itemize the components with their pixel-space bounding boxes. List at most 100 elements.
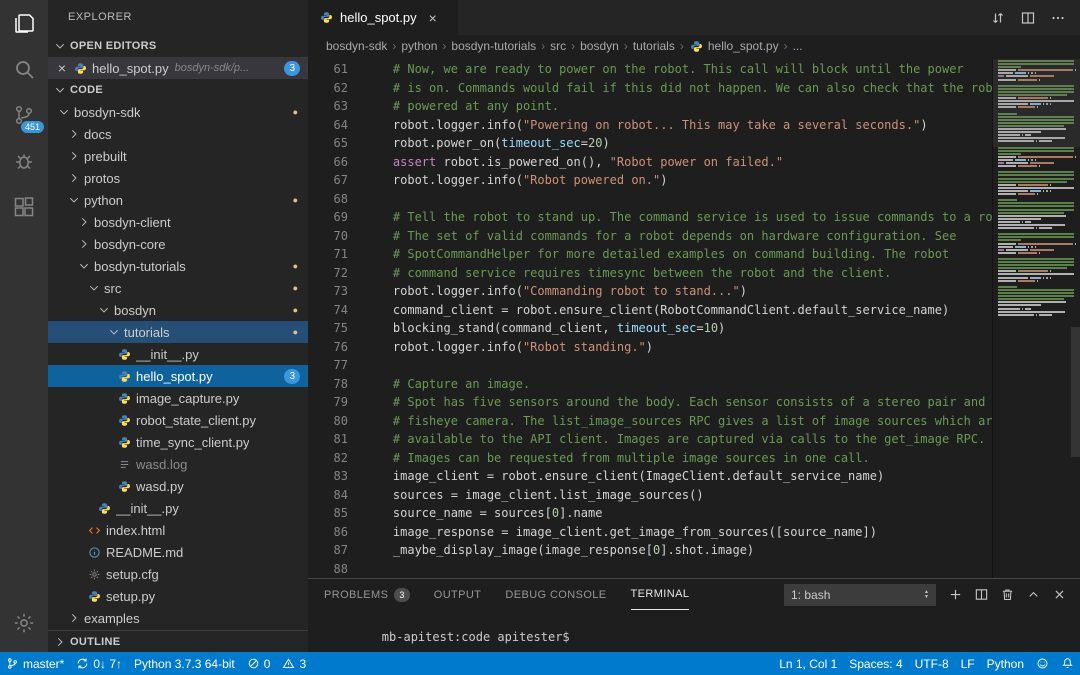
status-indentation[interactable]: Spaces: 4 (843, 652, 908, 675)
maximize-panel-icon[interactable] (1022, 584, 1044, 606)
close-panel-icon[interactable] (1048, 584, 1070, 606)
terminal-shell-select[interactable]: 1: bash ▲▼ (784, 584, 936, 606)
file-init-py[interactable]: __init__.py (48, 343, 308, 365)
line-number: 63 (308, 97, 348, 116)
kill-terminal-icon[interactable] (996, 584, 1018, 606)
status-problems-errors[interactable]: 0 (241, 652, 277, 675)
code-line: 63 # powered at any point. (308, 97, 992, 116)
py-file-icon (116, 346, 132, 362)
breadcrumb-bosdyn[interactable]: bosdyn (578, 39, 621, 53)
file-time-sync-client-py[interactable]: time_sync_client.py (48, 431, 308, 453)
file-image-capture-py[interactable]: image_capture.py (48, 387, 308, 409)
file-readme-md[interactable]: README.md (48, 541, 308, 563)
status-git-branch[interactable]: master* (0, 652, 70, 675)
status-language-mode[interactable]: Python (981, 652, 1030, 675)
minimap[interactable] (992, 57, 1080, 578)
new-terminal-icon[interactable] (944, 584, 966, 606)
folder-bosdyn[interactable]: bosdyn● (48, 299, 308, 321)
smiley-icon (1036, 657, 1049, 670)
more-actions-icon[interactable] (1046, 6, 1070, 30)
code-line: 87 _maybe_display_image(image_response[0… (308, 541, 992, 560)
split-terminal-icon[interactable] (970, 584, 992, 606)
code-section-header[interactable]: CODE (48, 79, 308, 101)
file-setup-cfg[interactable]: setup.cfg (48, 563, 308, 585)
editor-scrollbar[interactable] (1071, 327, 1080, 457)
error-icon (247, 657, 260, 670)
status-python-interpreter[interactable]: Python 3.7.3 64-bit (128, 652, 241, 675)
open-editor-path: bosdyn-sdk/p... (175, 62, 250, 74)
tab-label: hello_spot.py (340, 10, 417, 25)
folder-prebuilt[interactable]: prebuilt (48, 145, 308, 167)
code-line: 66 assert robot.is_powered_on(), "Robot … (308, 153, 992, 172)
file-init-py[interactable]: __init__.py (48, 497, 308, 519)
split-editor-icon[interactable] (1016, 6, 1040, 30)
breadcrumb-src[interactable]: src (548, 39, 568, 53)
file-hello-spot-py[interactable]: hello_spot.py3 (48, 365, 308, 387)
folder-bosdyn-client[interactable]: bosdyn-client (48, 211, 308, 233)
files-icon (12, 11, 36, 35)
activity-debug[interactable] (0, 138, 48, 184)
terminal-output[interactable]: mb-apitest:code apitester$ (308, 610, 1080, 658)
breadcrumb-bosdyn-tutorials[interactable]: bosdyn-tutorials (449, 39, 538, 53)
line-number: 87 (308, 541, 348, 560)
outline-header[interactable]: OUTLINE (48, 630, 308, 652)
status-notifications[interactable] (1055, 652, 1080, 675)
file-wasd-log[interactable]: wasd.log (48, 453, 308, 475)
status-cursor-position[interactable]: Ln 1, Col 1 (773, 652, 843, 675)
folder-tutorials[interactable]: tutorials● (48, 321, 308, 343)
close-icon[interactable]: × (54, 60, 70, 76)
activity-search[interactable] (0, 46, 48, 92)
panel-tab-output[interactable]: OUTPUT (434, 579, 482, 610)
item-label: setup.cfg (106, 567, 159, 582)
item-label: prebuilt (84, 149, 127, 164)
tab-hello-spot-py[interactable]: hello_spot.py × (308, 0, 458, 35)
breadcrumb-tutorials[interactable]: tutorials (631, 39, 677, 53)
open-editors-header[interactable]: OPEN EDITORS (48, 35, 308, 57)
panel-tab-problems[interactable]: PROBLEMS3 (324, 579, 410, 610)
status-problems-warnings[interactable]: 3 (276, 652, 312, 675)
chevron-down-icon (52, 38, 68, 54)
activity-settings[interactable] (0, 600, 48, 646)
breadcrumb-more[interactable]: ... (791, 39, 805, 53)
breadcrumb-separator: › (680, 39, 684, 53)
folder-examples[interactable]: examples (48, 607, 308, 629)
activity-explorer[interactable] (0, 0, 48, 46)
breadcrumb-separator: › (442, 39, 446, 53)
breadcrumb-bosdyn-sdk[interactable]: bosdyn-sdk (324, 39, 389, 53)
panel-tab-debug-console[interactable]: DEBUG CONSOLE (505, 579, 606, 610)
breadcrumb-hello-spot-py[interactable]: hello_spot.py (687, 38, 781, 54)
folder-bosdyn-tutorials[interactable]: bosdyn-tutorials● (48, 255, 308, 277)
code-line: 70 # The set of valid commands for a rob… (308, 227, 992, 246)
file-setup-py[interactable]: setup.py (48, 585, 308, 607)
line-number: 71 (308, 245, 348, 264)
item-label: python (84, 193, 123, 208)
file-index-html[interactable]: index.html (48, 519, 308, 541)
breadcrumb-python[interactable]: python (399, 39, 439, 53)
file-robot-state-client-py[interactable]: robot_state_client.py (48, 409, 308, 431)
open-editor-item[interactable]: × hello_spot.py bosdyn-sdk/p... 3 (48, 57, 308, 79)
compare-changes-icon[interactable] (986, 6, 1010, 30)
minimap-slider[interactable] (993, 59, 1080, 147)
folder-protos[interactable]: protos (48, 167, 308, 189)
status-eol[interactable]: LF (955, 652, 981, 675)
line-number: 77 (308, 356, 348, 375)
folder-bosdyn-core[interactable]: bosdyn-core (48, 233, 308, 255)
item-label: bosdyn-core (94, 237, 166, 252)
status-feedback[interactable] (1030, 652, 1055, 675)
folder-python[interactable]: python● (48, 189, 308, 211)
folder-src[interactable]: src● (48, 277, 308, 299)
folder-docs[interactable]: docs (48, 123, 308, 145)
activity-extensions[interactable] (0, 184, 48, 230)
chevron-down-icon (76, 258, 92, 274)
chevron-right-icon (66, 170, 82, 186)
status-sync-changes[interactable]: 0↓ 7↑ (70, 652, 128, 675)
code-content[interactable]: 61 # Now, we are ready to power on the r… (308, 57, 992, 578)
debug-icon (12, 149, 36, 173)
code-line: 83 image_client = robot.ensure_client(Im… (308, 467, 992, 486)
status-encoding[interactable]: UTF-8 (909, 652, 955, 675)
close-icon[interactable]: × (429, 10, 437, 26)
activity-source-control[interactable]: 451 (0, 92, 48, 138)
panel-tab-terminal[interactable]: TERMINAL (631, 579, 690, 610)
folder-bosdyn-sdk[interactable]: bosdyn-sdk● (48, 101, 308, 123)
file-wasd-py[interactable]: wasd.py (48, 475, 308, 497)
